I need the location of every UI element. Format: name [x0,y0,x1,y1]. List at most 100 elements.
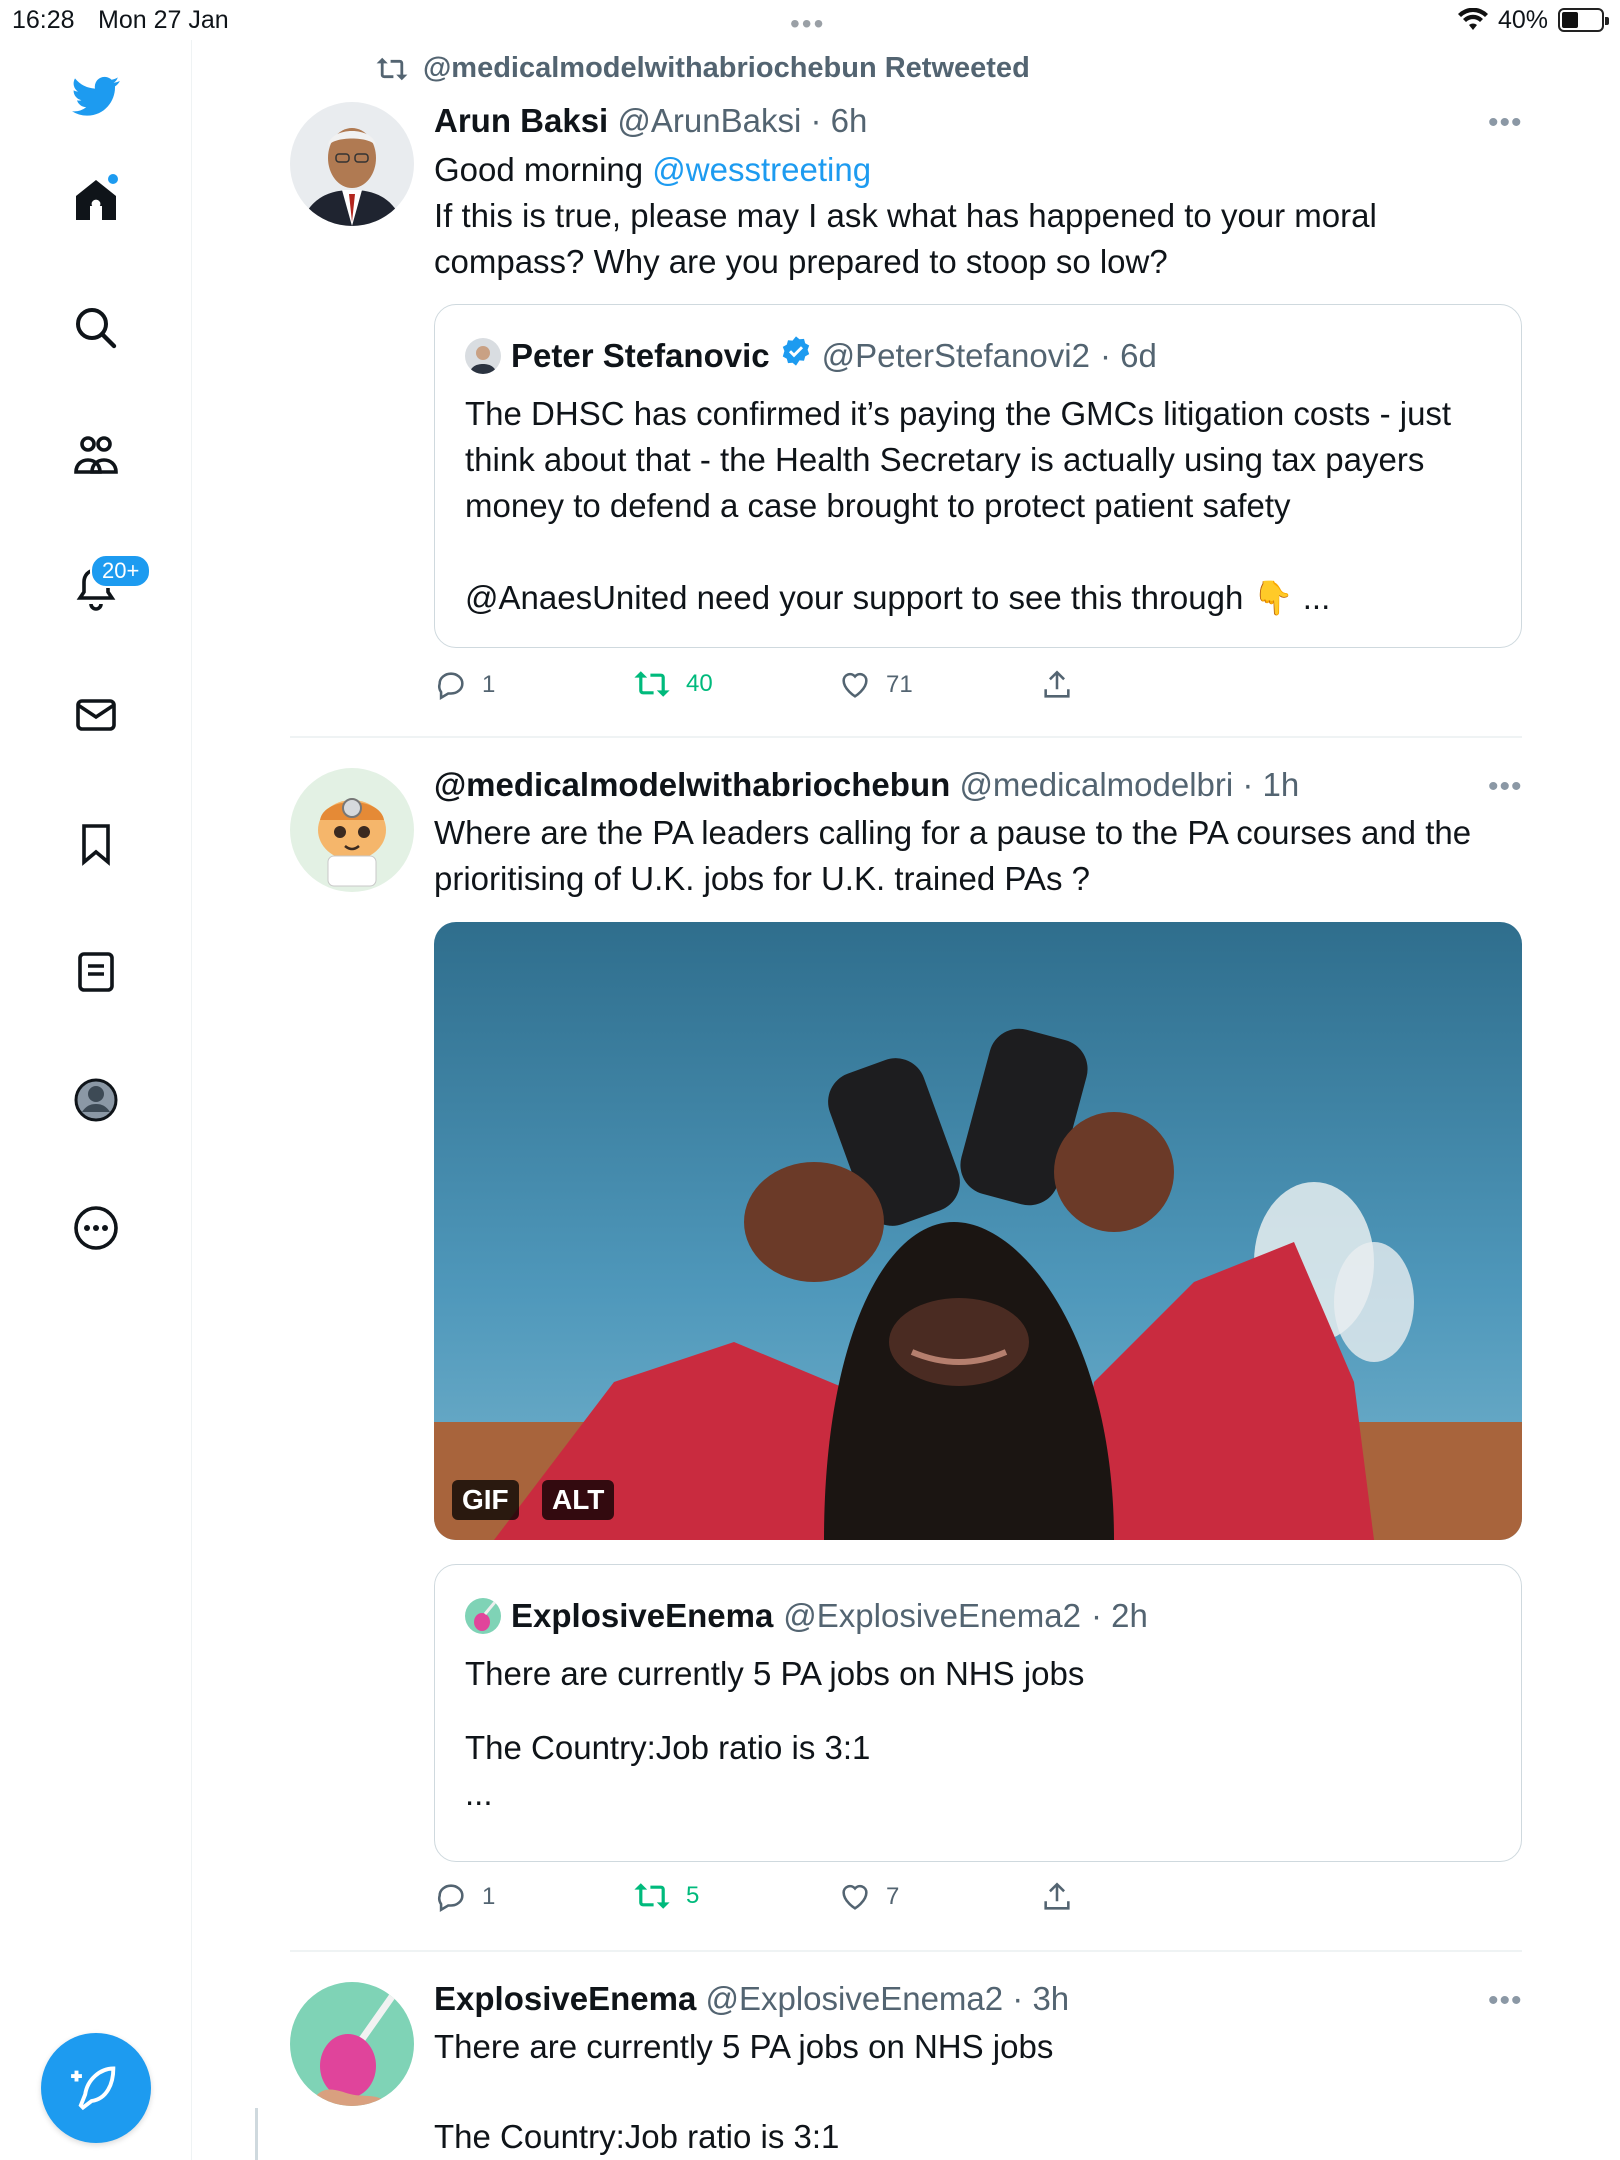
retweet-button[interactable]: 5 [632,1880,699,1912]
battery-icon [1558,8,1609,32]
author-handle[interactable]: @medicalmodelbri [959,766,1233,803]
battery-percent: 40% [1498,6,1549,34]
quoted-line: The DHSC has confirmed it’s paying the G… [465,395,1452,432]
tweet-line: prioritising of U.K. jobs for U.K. train… [434,860,1090,897]
retweet-icon [634,671,670,697]
author-handle[interactable]: @ExplosiveEnema2 [705,1980,1003,2017]
home-unread-dot [108,174,118,184]
quoted-ellipsis: ... [465,1775,493,1812]
wifi-icon [1458,7,1488,39]
quoted-author-name: ExplosiveEnema [511,1597,774,1634]
tweet-header: Arun Baksi @ArunBaksi · 6h [434,98,867,144]
like-button[interactable]: 71 [838,668,913,702]
quoted-tweet-time: · 6d [1099,337,1157,374]
tweet-line: The Country:Job ratio is 3:1 [434,2118,840,2155]
reply-count: 1 [482,671,496,698]
tweet-divider [290,1950,1522,1952]
quoted-tweet-card[interactable]: ExplosiveEnema @ExplosiveEnema2 · 2h The… [434,1564,1522,1862]
retweet-count: 5 [686,1882,700,1909]
quoted-ellipsis: ... [1302,579,1331,616]
peter-stefanovic-avatar [465,338,501,374]
explosiveenema-avatar[interactable] [290,1982,414,2106]
tweet-time[interactable]: · 3h [1012,1980,1069,2017]
tweet-time[interactable]: · 6h [810,102,867,139]
tweet-text: Good morning @wesstreeting If this is tr… [434,147,1534,285]
share-icon [1044,1882,1070,1910]
mention-link[interactable]: @wesstreeting [652,151,871,188]
gif-tag: GIF [452,1480,519,1520]
search-icon[interactable] [66,298,126,358]
tweet-header: @medicalmodelwithabriochebun @medicalmod… [434,762,1299,808]
profile-avatar-icon[interactable] [66,1070,126,1130]
quoted-line: think about that - the Health Secretary … [465,441,1425,478]
twitter-logo-icon[interactable] [66,66,126,126]
like-count: 7 [886,1883,900,1910]
tweet-time[interactable]: · 1h [1242,766,1299,803]
tweet-more-menu-button[interactable]: ••• [1488,108,1528,138]
retweet-banner-text: @medicalmodelwithabriochebun Retweeted [423,52,1030,84]
quoted-tweet-text: The DHSC has confirmed it’s paying the G… [465,391,1505,621]
like-count: 71 [886,671,913,698]
heart-icon [842,1884,868,1910]
tweet-more-menu-button[interactable]: ••• [1488,772,1528,802]
quoted-line: There are currently 5 PA jobs on NHS job… [465,1655,1085,1692]
more-options-icon[interactable] [66,1198,126,1258]
binoculars-gif-image [434,922,1522,1540]
author-handle[interactable]: @ArunBaksi [617,102,801,139]
bookmarks-icon[interactable] [66,814,126,874]
author-name[interactable]: @medicalmodelwithabriochebun [434,766,950,803]
tweet-divider [290,736,1522,738]
arun-baksi-avatar[interactable] [290,102,414,226]
quoted-line: @AnaesUnited need your support to see th… [465,579,1244,616]
quoted-tweet-time: · 2h [1090,1597,1148,1634]
tweet-line: There are currently 5 PA jobs on NHS job… [434,2028,1054,2065]
tweet-line: compass? Why are you prepared to stoop s… [434,243,1168,280]
retweet-button[interactable]: 40 [632,668,713,700]
retweet-icon [634,1883,670,1909]
tweet-line: If this is true, please may I ask what h… [434,197,1377,234]
notifications-badge: 20+ [90,554,152,588]
reply-button[interactable]: 1 [434,668,495,702]
verified-badge-icon [780,333,812,379]
compose-tweet-button[interactable] [41,2033,151,2143]
communities-icon[interactable] [66,426,126,486]
tweet-header: ExplosiveEnema @ExplosiveEnema2 · 3h [434,1976,1069,2022]
like-button[interactable]: 7 [838,1880,899,1914]
quoted-author-handle: @ExplosiveEnema2 [783,1597,1081,1634]
tweet-actions-bar: 1 5 7 [434,1880,1114,1920]
share-icon [1044,670,1070,698]
reply-count: 1 [482,1883,496,1910]
author-name[interactable]: Arun Baksi [434,102,608,139]
quoted-line: money to defend a case brought to protec… [465,487,1291,524]
share-button[interactable] [1040,1880,1074,1914]
retweet-banner[interactable]: @medicalmodelwithabriochebun Retweeted [375,52,1030,85]
reply-bubble-icon [438,672,464,701]
medicalmodel-avatar[interactable] [290,768,414,892]
messages-envelope-icon[interactable] [66,685,126,745]
author-name[interactable]: ExplosiveEnema [434,1980,696,2017]
tweet-more-menu-button[interactable]: ••• [1488,1986,1528,2016]
sidebar: 20+ [0,40,192,2160]
tweet-gif-media[interactable]: GIF ALT [434,922,1522,1540]
lists-icon[interactable] [66,942,126,1002]
multitasking-dots[interactable]: ••• [790,8,825,40]
compose-feather-icon [71,2066,116,2111]
status-date: Mon 27 Jan [98,6,229,34]
alt-text-button[interactable]: ALT [542,1480,615,1520]
reply-button[interactable]: 1 [434,1880,495,1914]
tweet-greeting: Good morning [434,151,644,188]
status-time: 16:28 [12,6,75,34]
quoted-tweet-card[interactable]: Peter Stefanovic @PeterStefanovi2 · 6d T… [434,304,1522,648]
explosiveenema-avatar [465,1598,501,1634]
tweet-text: Where are the PA leaders calling for a p… [434,810,1534,902]
retweet-count: 40 [686,670,713,697]
quoted-author-handle: @PeterStefanovi2 [821,337,1090,374]
quoted-line: The Country:Job ratio is 3:1 [465,1729,871,1766]
heart-icon [842,672,868,698]
thread-line [255,2108,258,2160]
share-button[interactable] [1040,668,1074,702]
reply-bubble-icon [438,1884,464,1913]
tweet-text: There are currently 5 PA jobs on NHS job… [434,2024,1534,2160]
tweet-actions-bar: 1 40 71 [434,668,1114,708]
status-bar: 16:28 Mon 27 Jan ••• 40% [0,0,1620,40]
